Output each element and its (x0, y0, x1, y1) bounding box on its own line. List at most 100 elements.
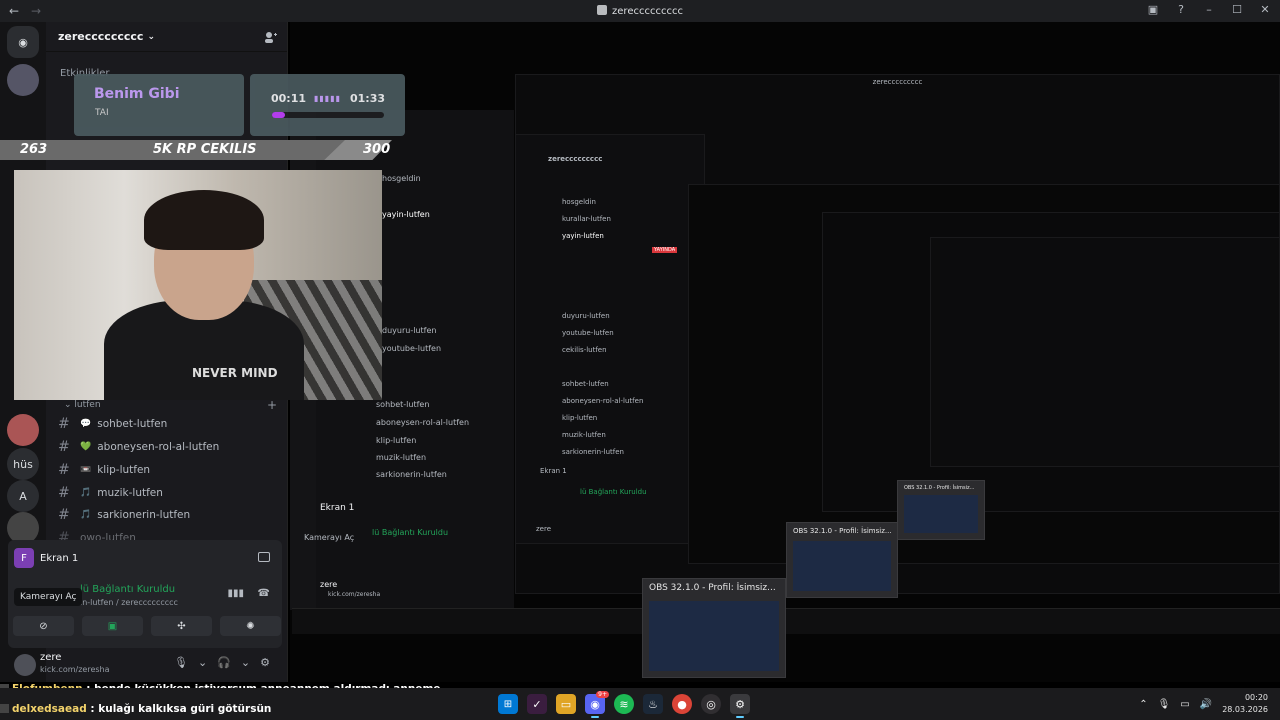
nested-channel: youtube-lutfen (562, 329, 614, 337)
guild-header[interactable]: zereccccccccc ⌄ (46, 22, 287, 52)
settings-gear-icon[interactable]: ⚙ (730, 694, 750, 718)
channel-item[interactable]: # 🎵 muzik-lutfen (58, 483, 163, 503)
microphone-icon[interactable]: 🎙 (174, 656, 188, 669)
now-playing-widget: Benim Gibi TAI (74, 74, 244, 136)
category-header[interactable]: ⌄ lutfen (64, 400, 101, 410)
shirt-print: NEVER MIND (192, 366, 278, 380)
user-status: kick.com/zeresha (40, 665, 110, 674)
nested-user: zere (536, 525, 552, 533)
channel-emoji-icon: 📼 (80, 465, 92, 475)
start-windows-icon[interactable]: ⊞ (498, 694, 518, 714)
window-title-text: zereccccccccc (612, 6, 683, 17)
channel-item[interactable]: # 💬 sohbet-lutfen (58, 414, 167, 434)
channel-emoji-icon: 💬 (80, 419, 92, 429)
progress-fill (272, 112, 286, 118)
nested-channel: hosgeldin (382, 174, 421, 183)
chat-badge-icon (0, 704, 9, 713)
minimize-button[interactable]: – (1202, 3, 1216, 16)
obs-thumbnail[interactable]: OBS 32.1.0 - Profil: İsimsiz... (642, 578, 786, 678)
nested-channel: aboneysen-rol-al-lutfen (562, 397, 644, 405)
camera-button[interactable]: ⊘ (13, 616, 74, 636)
hash-icon: # (58, 462, 70, 478)
volume-icon[interactable]: 🔊 (1200, 699, 1212, 710)
app-icon[interactable]: ✓ (527, 694, 547, 714)
spotify-icon[interactable]: ≋ (614, 694, 634, 714)
obs-icon[interactable]: ◎ (701, 694, 721, 714)
nested-channel: duyuru-lutfen (562, 312, 610, 320)
chevron-down-icon[interactable]: ⌄ (241, 656, 250, 669)
discord-home-icon[interactable]: ◉ (7, 26, 39, 58)
nested-user: zere (320, 580, 338, 589)
webcam-feed: NEVER MIND (14, 170, 382, 400)
clock-date: 28.03.2026 (1222, 705, 1268, 714)
discord-logo-icon (597, 5, 608, 15)
add-channel-icon[interactable]: + (267, 398, 277, 412)
taskbar-clock[interactable]: 00:20 28.03.2026 (1222, 692, 1268, 716)
obs-thumbnail[interactable]: OBS 32.1.0 - Profil: İsimsiz... (897, 480, 985, 540)
headphones-icon[interactable]: 🎧 (217, 656, 231, 669)
steam-icon[interactable]: ♨ (643, 694, 663, 714)
avatar[interactable] (14, 654, 36, 676)
nested-channel: muzik-lutfen (562, 431, 606, 439)
server-hus[interactable]: hüs (7, 448, 39, 480)
activities-button[interactable]: ✣ (151, 616, 212, 636)
discord-icon[interactable]: ◉ 9+ (585, 691, 609, 718)
nested-channel: muzik-lutfen (376, 453, 427, 462)
popout-icon[interactable] (258, 552, 270, 562)
system-tray: ⌃ 🎙 ▭ 🔊 00:20 28.03.2026 (1139, 692, 1268, 716)
soundboard-button[interactable]: ✺ (220, 616, 281, 636)
disconnect-icon[interactable]: ☎ (258, 588, 270, 599)
nested-taskbar (292, 608, 1280, 634)
help-icon[interactable]: ? (1174, 3, 1188, 16)
chat-nick: delxedsaead (12, 703, 87, 715)
obs-preview (793, 541, 891, 591)
window-titlebar: ← → zereccccccccc ▣ ? – ☐ ✕ (0, 0, 1280, 22)
person-hair (144, 190, 264, 250)
signal-icon[interactable]: ▮▮▮ (227, 588, 244, 599)
maximize-button[interactable]: ☐ (1230, 3, 1244, 16)
microphone-icon[interactable]: 🎙 (1158, 699, 1171, 710)
nested-connection: lü Bağlantı Kuruldu (372, 528, 449, 537)
activities-icon: ✣ (177, 620, 186, 632)
channel-item[interactable]: # 📼 klip-lutfen (58, 460, 150, 480)
close-button[interactable]: ✕ (1258, 3, 1272, 16)
tray-chevron-up-icon[interactable]: ⌃ (1139, 699, 1147, 710)
server-icon[interactable] (7, 64, 39, 96)
nested-voice-title: Ekran 1 (320, 503, 355, 513)
channel-item[interactable]: # 🎵 sarkionerin-lutfen (58, 505, 190, 525)
nested-channel: youtube-lutfen (382, 344, 442, 353)
file-explorer-icon[interactable]: ▭ (556, 694, 576, 714)
user-panel: zere kick.com/zeresha 🎙 ⌄ 🎧 ⌄ ⚙ (8, 650, 282, 682)
live-badge: YAYINDA (652, 247, 678, 253)
nested-channel: sohbet-lutfen (562, 380, 609, 388)
channel-item[interactable]: # 💚 aboneysen-rol-al-lutfen (58, 437, 219, 457)
obs-title: OBS 32.1.0 - Profil: İsimsiz... (649, 583, 776, 593)
inbox-icon[interactable]: ▣ (1146, 3, 1160, 16)
settings-gear-icon[interactable]: ⚙ (260, 656, 270, 669)
channel-label: sarkionerin-lutfen (97, 509, 191, 521)
guild-name: zereccccccccc (58, 30, 144, 43)
nested-guild-name: zereccccccccc (548, 155, 603, 163)
nested-channel: kurallar-lutfen (562, 215, 611, 223)
invite-icon[interactable] (264, 31, 277, 43)
chevron-down-icon: ⌄ (147, 31, 155, 42)
voice-buttons: ⊘ ▣ ✣ ✺ (13, 616, 281, 636)
chat-text: : kulağı kalkıksa güri götürsün (90, 703, 272, 715)
nested-channel: cekilis-lutfen (562, 346, 607, 354)
nested-channel: klip-lutfen (562, 414, 598, 422)
back-arrow-icon[interactable]: ← (6, 4, 22, 18)
server-icon[interactable] (7, 414, 39, 446)
chevron-down-icon[interactable]: ⌄ (198, 656, 207, 669)
obs-thumbnail[interactable]: OBS 32.1.0 - Profil: İsimsiz... (786, 522, 898, 598)
server-a[interactable]: A (7, 480, 39, 512)
channel-label: klip-lutfen (97, 464, 151, 476)
chrome-icon[interactable]: ● (672, 694, 692, 714)
channel-label: aboneysen-rol-al-lutfen (97, 441, 220, 453)
network-icon[interactable]: ▭ (1180, 699, 1189, 710)
forward-arrow-icon[interactable]: → (28, 4, 44, 18)
nested-channel: aboneysen-rol-al-lutfen (376, 418, 470, 427)
voice-channel-path[interactable]: in-lutfen / zereccccccccc (80, 598, 178, 607)
window-title: zereccccccccc (0, 5, 1280, 17)
tooltip: Kamerayı Aç (14, 588, 83, 606)
screen-share-button[interactable]: ▣ (82, 616, 143, 636)
